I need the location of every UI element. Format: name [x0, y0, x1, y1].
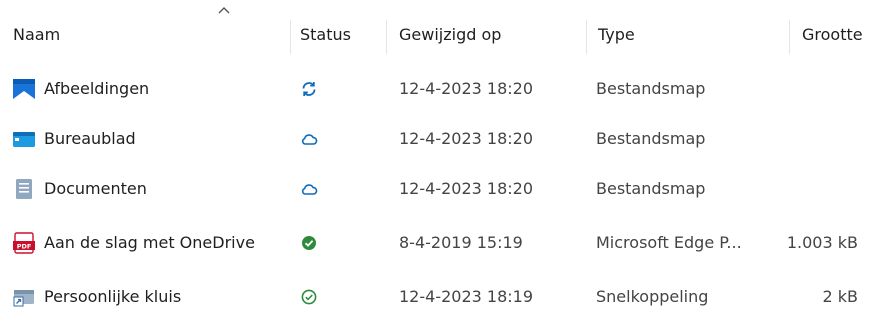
column-divider[interactable]	[789, 20, 790, 54]
file-name: Aan de slag met OneDrive	[44, 233, 255, 252]
column-header-modified[interactable]: Gewijzigd op	[399, 24, 501, 46]
file-name: Persoonlijke kluis	[44, 287, 182, 306]
shortcut-icon	[13, 290, 34, 307]
cloud-icon	[301, 184, 318, 195]
column-header-size[interactable]: Grootte	[802, 24, 863, 46]
pictures-folder-icon	[13, 79, 35, 99]
column-header-status[interactable]: Status	[300, 24, 351, 46]
file-list-row[interactable]: Documenten 12-4-2023 18:20 Bestandsmap	[0, 164, 875, 214]
sync-icon	[302, 82, 316, 96]
column-header-type[interactable]: Type	[598, 24, 635, 46]
file-size: 2 kB	[822, 287, 858, 306]
file-type: Bestandsmap	[596, 129, 706, 148]
file-size: 1.003 kB	[786, 233, 858, 252]
column-divider[interactable]	[290, 20, 291, 54]
file-type: Microsoft Edge P...	[596, 233, 742, 252]
file-name: Documenten	[44, 179, 147, 198]
svg-text:PDF: PDF	[17, 243, 32, 251]
modified-date: 12-4-2023 18:20	[399, 179, 533, 198]
check-filled-icon	[302, 236, 316, 250]
chevron-up-icon	[218, 7, 230, 14]
file-list-row[interactable]: Afbeeldingen 12-4-2023 18:20 Bestandsmap	[0, 64, 875, 114]
modified-date: 12-4-2023 18:19	[399, 287, 533, 306]
desktop-folder-icon	[13, 132, 35, 147]
cloud-icon	[301, 134, 318, 145]
file-list-row[interactable]: PDF Aan de slag met OneDrive 8-4-2019 15…	[0, 218, 875, 268]
file-list-row[interactable]: Bureaublad 12-4-2023 18:20 Bestandsmap	[0, 114, 875, 164]
file-type: Bestandsmap	[596, 79, 706, 98]
documents-folder-icon	[16, 179, 32, 199]
file-type: Snelkoppeling	[596, 287, 709, 306]
file-list-row[interactable]: Persoonlijke kluis 12-4-2023 18:19 Snelk…	[0, 272, 875, 322]
column-divider[interactable]	[386, 20, 387, 54]
column-header-bar: Naam Status Gewijzigd op Type Grootte	[0, 0, 875, 70]
pdf-file-icon: PDF	[13, 232, 35, 254]
modified-date: 12-4-2023 18:20	[399, 129, 533, 148]
modified-date: 8-4-2019 15:19	[399, 233, 523, 252]
column-divider[interactable]	[586, 20, 587, 54]
modified-date: 12-4-2023 18:20	[399, 79, 533, 98]
check-outline-icon	[301, 289, 317, 305]
column-header-name[interactable]: Naam	[13, 24, 60, 46]
file-name: Bureaublad	[44, 129, 136, 148]
file-type: Bestandsmap	[596, 179, 706, 198]
file-name: Afbeeldingen	[44, 79, 150, 98]
